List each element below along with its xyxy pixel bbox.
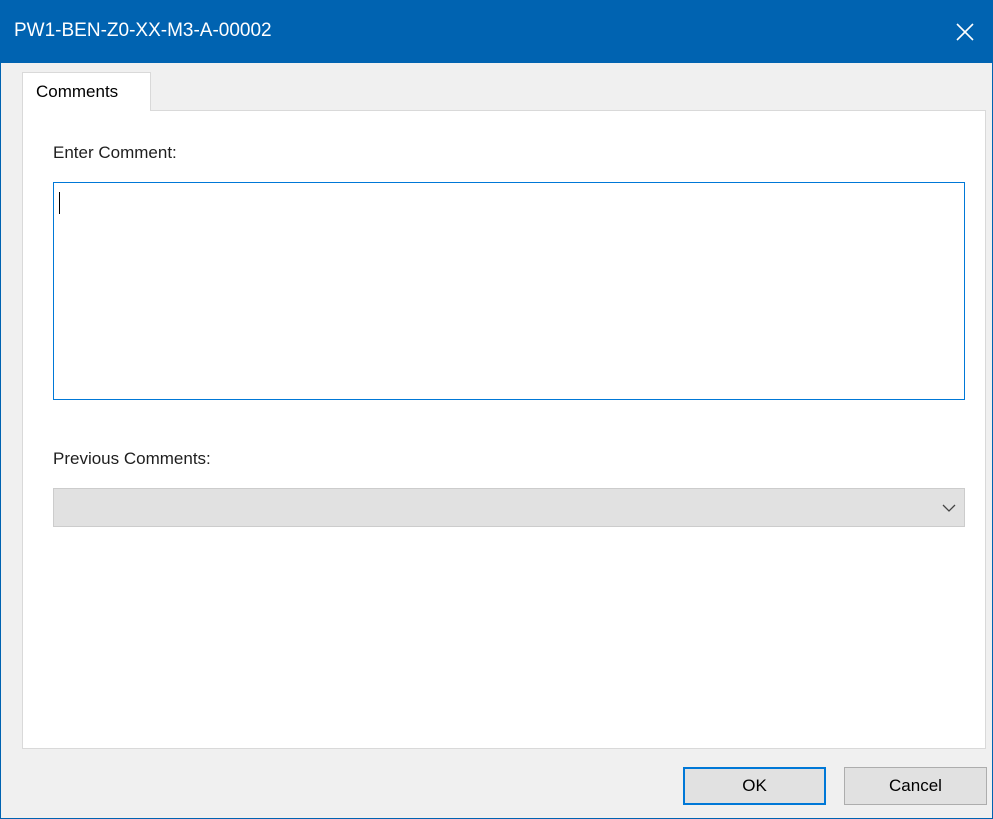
enter-comment-label: Enter Comment: — [53, 143, 177, 162]
comments-tab-panel: Enter Comment: Previous Comments: — [22, 110, 986, 749]
chevron-down-icon — [942, 504, 956, 512]
close-button[interactable] — [938, 0, 992, 63]
close-icon — [956, 22, 974, 41]
ok-button[interactable]: OK — [683, 767, 826, 805]
tab-comments[interactable]: Comments — [22, 72, 151, 111]
window-title: PW1-BEN-Z0-XX-M3-A-00002 — [14, 20, 272, 41]
comments-dialog: PW1-BEN-Z0-XX-M3-A-00002 Comments Enter … — [0, 0, 993, 819]
previous-comments-dropdown[interactable] — [53, 488, 965, 527]
text-caret — [59, 192, 60, 214]
tab-comments-label: Comments — [36, 82, 119, 101]
previous-comments-label: Previous Comments: — [53, 449, 211, 468]
comment-input[interactable] — [53, 182, 965, 400]
title-bar[interactable]: PW1-BEN-Z0-XX-M3-A-00002 — [1, 0, 992, 63]
cancel-button[interactable]: Cancel — [844, 767, 987, 805]
